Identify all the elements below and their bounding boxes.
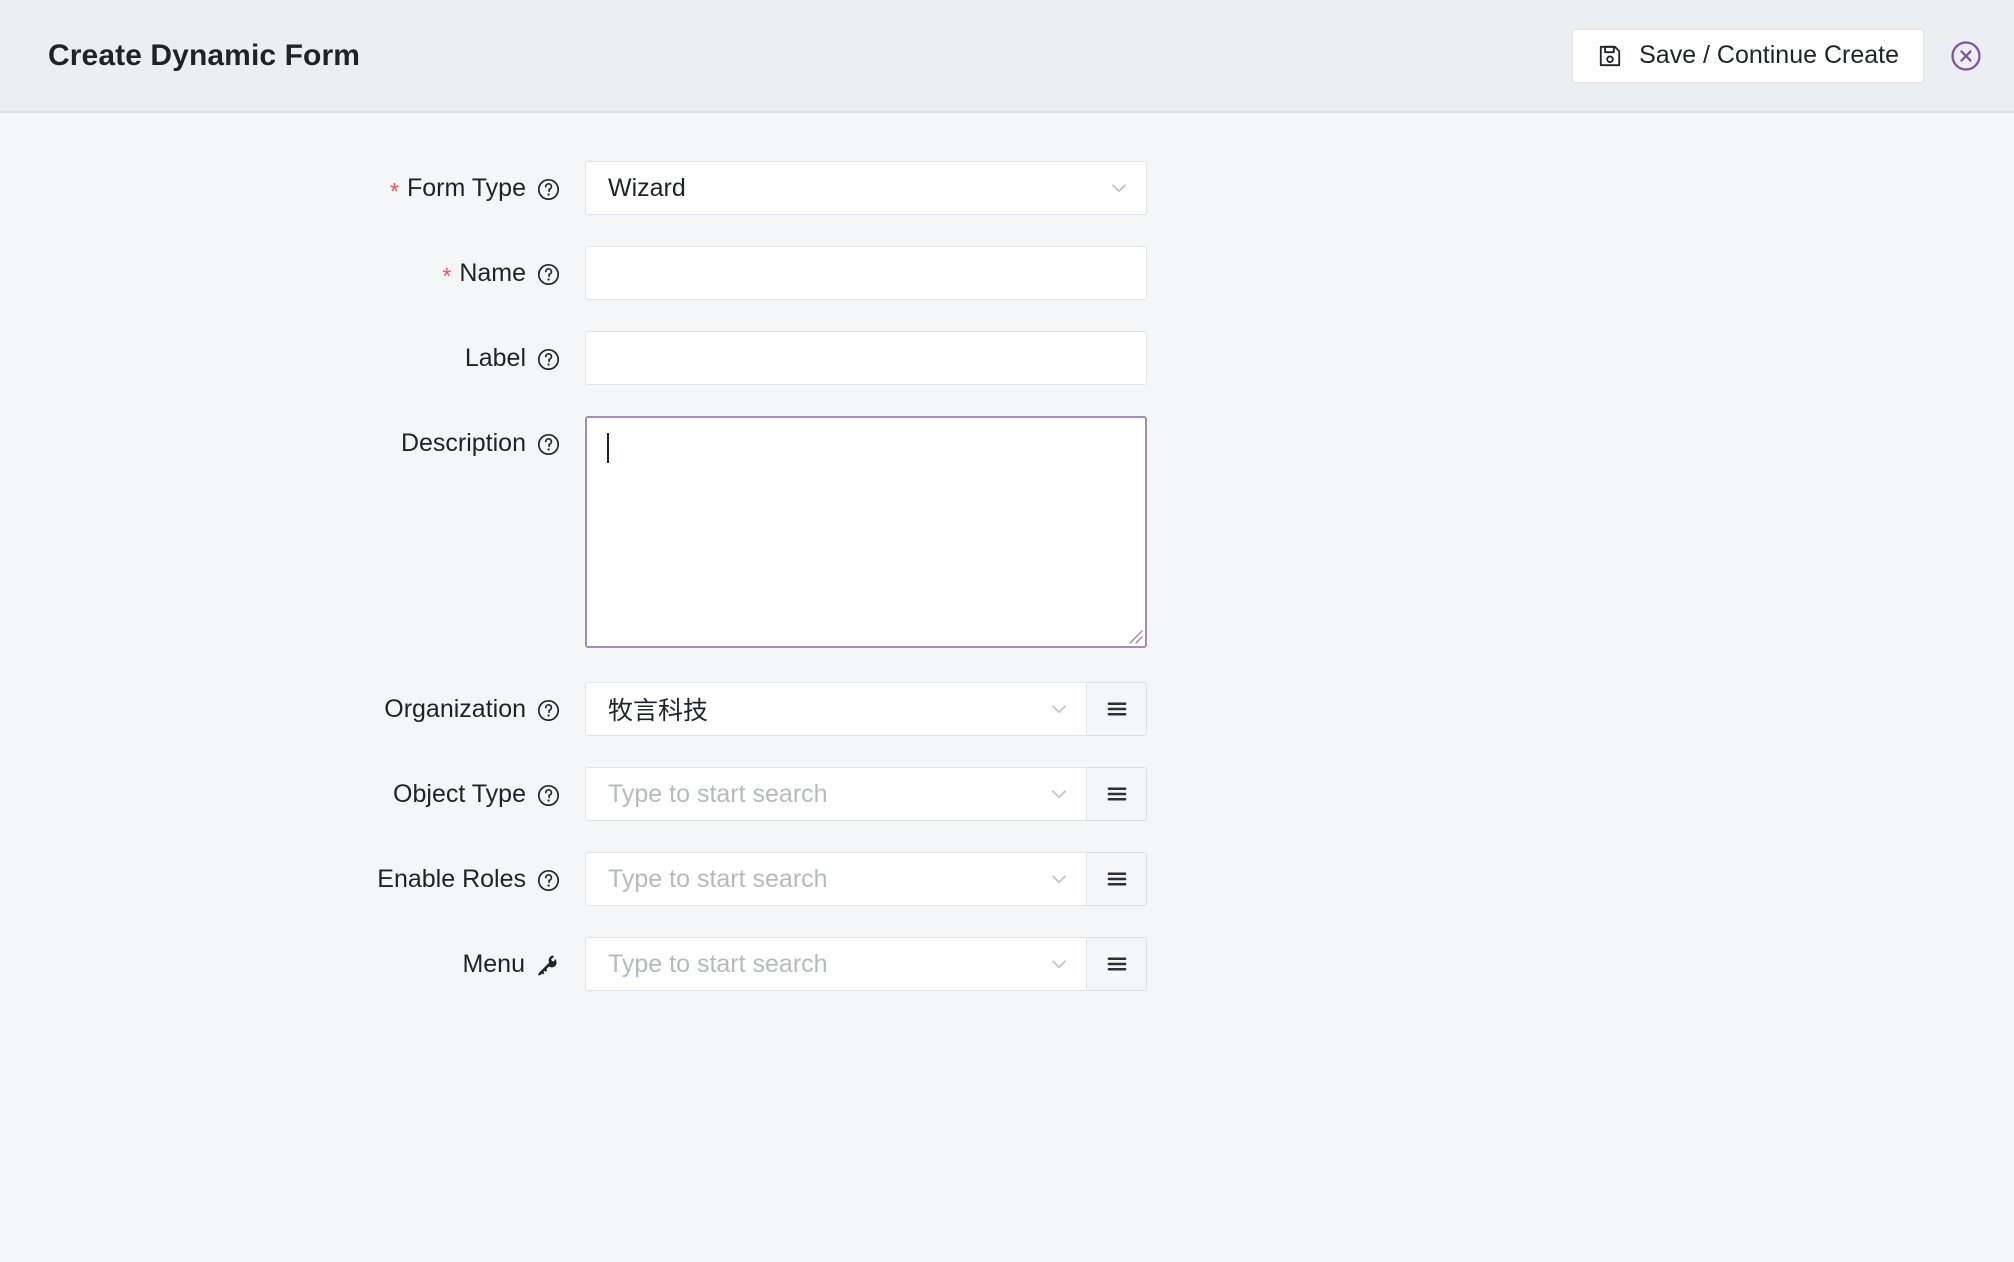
- form-row-object-type: Object Type Type to start search: [0, 767, 2014, 821]
- form-row-organization: Organization 牧言科技: [0, 682, 2014, 736]
- form-row-enable-roles: Enable Roles Type to start search: [0, 852, 2014, 906]
- select-object-type[interactable]: Type to start search: [585, 767, 1087, 821]
- chevron-down-icon: [1046, 781, 1072, 807]
- field-label-text: Organization: [384, 682, 526, 736]
- field-label-enable-roles: Enable Roles: [0, 852, 585, 906]
- question-circle-icon[interactable]: [536, 431, 561, 456]
- field-value-organization: 牧言科技: [608, 691, 1046, 727]
- field-label-text: Enable Roles: [377, 852, 526, 906]
- field-control-name: [585, 246, 1147, 300]
- close-circle-icon: [1949, 39, 1983, 73]
- text-cursor: [607, 433, 609, 463]
- form-row-form-type: * Form Type Wizard: [0, 161, 2014, 215]
- save-button-label: Save / Continue Create: [1639, 43, 1899, 68]
- field-label-description: Description: [0, 416, 585, 470]
- field-label-text: Label: [465, 331, 526, 385]
- browse-enable-roles-button[interactable]: [1087, 852, 1147, 906]
- save-floppy-icon: [1597, 43, 1623, 69]
- dynamic-form: * Form Type Wizard * Name Label Description Org…: [0, 113, 2014, 991]
- field-value-object-type: Type to start search: [608, 780, 1046, 809]
- key-icon: [535, 951, 561, 977]
- question-circle-icon[interactable]: [536, 697, 561, 722]
- question-circle-icon[interactable]: [536, 261, 561, 286]
- page-title: Create Dynamic Form: [48, 39, 360, 73]
- field-label-text: Name: [459, 246, 526, 300]
- question-circle-icon[interactable]: [536, 346, 561, 371]
- field-control-label: [585, 331, 1147, 385]
- list-menu-icon: [1103, 695, 1131, 723]
- field-label-text: Object Type: [393, 767, 526, 821]
- form-row-label: Label: [0, 331, 2014, 385]
- field-label-label: Label: [0, 331, 585, 385]
- required-indicator: *: [442, 265, 451, 288]
- select-organization[interactable]: 牧言科技: [585, 682, 1087, 736]
- header-actions: Save / Continue Create: [1572, 29, 1986, 83]
- list-menu-icon: [1103, 950, 1131, 978]
- question-circle-icon[interactable]: [536, 782, 561, 807]
- field-label-text: Form Type: [407, 161, 526, 215]
- field-control-organization: 牧言科技: [585, 682, 1147, 736]
- select-enable-roles[interactable]: Type to start search: [585, 852, 1087, 906]
- form-row-menu: Menu Type to start search: [0, 937, 2014, 991]
- field-control-description: [585, 416, 1147, 648]
- list-menu-icon: [1103, 780, 1131, 808]
- field-control-enable-roles: Type to start search: [585, 852, 1147, 906]
- field-value-menu: Type to start search: [608, 950, 1046, 979]
- input-label[interactable]: [585, 331, 1147, 385]
- field-label-object-type: Object Type: [0, 767, 585, 821]
- list-menu-icon: [1103, 865, 1131, 893]
- browse-menu-button[interactable]: [1087, 937, 1147, 991]
- page-header: Create Dynamic Form Save / Continue Crea…: [0, 0, 2014, 113]
- select-form-type[interactable]: Wizard: [585, 161, 1147, 215]
- description-textarea[interactable]: [585, 416, 1147, 648]
- question-circle-icon[interactable]: [536, 176, 561, 201]
- chevron-down-icon: [1046, 951, 1072, 977]
- field-label-name: * Name: [0, 246, 585, 300]
- input-name[interactable]: [585, 246, 1147, 300]
- field-label-menu: Menu: [0, 937, 585, 991]
- field-control-form-type: Wizard: [585, 161, 1147, 215]
- field-control-object-type: Type to start search: [585, 767, 1147, 821]
- close-dialog-button[interactable]: [1946, 36, 1986, 76]
- field-label-organization: Organization: [0, 682, 585, 736]
- field-label-text: Menu: [462, 937, 525, 991]
- chevron-down-icon: [1106, 175, 1132, 201]
- chevron-down-icon: [1046, 866, 1072, 892]
- required-indicator: *: [390, 180, 399, 203]
- form-row-name: * Name: [0, 246, 2014, 300]
- save-continue-create-button[interactable]: Save / Continue Create: [1572, 29, 1924, 83]
- field-control-menu: Type to start search: [585, 937, 1147, 991]
- browse-object-type-button[interactable]: [1087, 767, 1147, 821]
- question-circle-icon[interactable]: [536, 867, 561, 892]
- chevron-down-icon: [1046, 696, 1072, 722]
- field-label-form-type: * Form Type: [0, 161, 585, 215]
- browse-organization-button[interactable]: [1087, 682, 1147, 736]
- form-row-description: Description: [0, 416, 2014, 648]
- field-value-form-type: Wizard: [608, 174, 1106, 203]
- select-menu[interactable]: Type to start search: [585, 937, 1087, 991]
- field-value-enable-roles: Type to start search: [608, 865, 1046, 894]
- field-label-text: Description: [401, 416, 526, 470]
